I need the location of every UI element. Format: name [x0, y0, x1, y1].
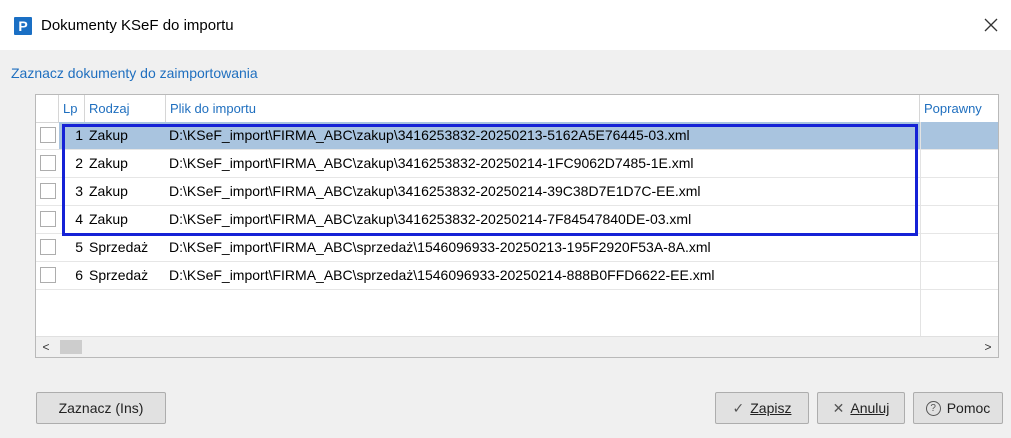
row-lp: 6 [75, 267, 83, 283]
row-rodzaj: Sprzedaż [89, 239, 149, 255]
close-button[interactable] [971, 8, 1011, 42]
title-bar: P Dokumenty KSeF do importu [0, 0, 1011, 50]
help-icon: ? [925, 400, 941, 416]
row-plik: D:\KSeF_import\FIRMA_ABC\sprzedaż\154609… [169, 267, 715, 283]
row-rodzaj: Zakup [89, 127, 128, 143]
row-lp: 5 [75, 239, 83, 255]
table-row[interactable]: 3 Zakup D:\KSeF_import\FIRMA_ABC\zakup\341… [36, 178, 998, 206]
documents-table[interactable]: Lp Rodzaj Plik do importu Poprawny 1 Zaku… [35, 94, 999, 358]
row-checkbox[interactable] [40, 267, 56, 283]
zaznacz-button-label: Zaznacz (Ins) [58, 400, 144, 416]
row-plik: D:\KSeF_import\FIRMA_ABC\zakup\341625383… [169, 211, 692, 227]
table-row[interactable]: 6 Sprzedaż D:\KSeF_import\FIRMA_ABC\sprzed… [36, 262, 998, 290]
column-divider [920, 122, 921, 337]
zapisz-button[interactable]: ✓ Zapisz [715, 392, 809, 424]
pomoc-label: Pomoc [946, 400, 991, 416]
header-plik[interactable]: Plik do importu [166, 95, 920, 122]
window-title: Dokumenty KSeF do importu [41, 17, 234, 34]
row-checkbox[interactable] [40, 239, 56, 255]
table-row[interactable]: 2 Zakup D:\KSeF_import\FIRMA_ABC\zakup\341… [36, 150, 998, 178]
zaznacz-button[interactable]: Zaznacz (Ins) [36, 392, 166, 424]
table-row[interactable]: 4 Zakup D:\KSeF_import\FIRMA_ABC\zakup\341… [36, 206, 998, 234]
row-lp: 4 [75, 211, 83, 227]
check-icon: ✓ [732, 399, 745, 416]
header-checkbox-column [36, 95, 59, 122]
row-checkbox[interactable] [40, 183, 56, 199]
pomoc-button[interactable]: ? Pomoc [913, 392, 1003, 424]
row-plik: D:\KSeF_import\FIRMA_ABC\zakup\341625383… [169, 127, 690, 143]
horizontal-scrollbar[interactable]: < > [36, 336, 998, 357]
row-lp: 2 [75, 155, 83, 171]
anuluj-accelerator: A [850, 400, 860, 416]
anuluj-button[interactable]: ✕ Anuluj [817, 392, 905, 424]
table-row[interactable]: 1 Zakup D:\KSeF_import\FIRMA_ABC\zakup\341… [36, 122, 998, 150]
close-icon [984, 18, 998, 32]
cancel-icon: ✕ [832, 399, 845, 416]
scroll-right-button[interactable]: > [978, 337, 998, 357]
instruction-label: Zaznacz dokumenty do zaimportowania [11, 65, 258, 81]
row-checkbox[interactable] [40, 127, 56, 143]
row-rodzaj: Zakup [89, 155, 128, 171]
row-rodzaj: Zakup [89, 183, 128, 199]
row-plik: D:\KSeF_import\FIRMA_ABC\zakup\341625383… [169, 155, 694, 171]
zapisz-accelerator: Z [750, 400, 759, 416]
scrollbar-thumb[interactable] [60, 340, 82, 354]
row-rodzaj: Zakup [89, 211, 128, 227]
scroll-left-button[interactable]: < [36, 337, 56, 357]
header-poprawny[interactable]: Poprawny [920, 95, 998, 122]
row-lp: 3 [75, 183, 83, 199]
header-rodzaj[interactable]: Rodzaj [85, 95, 166, 122]
table-row[interactable]: 5 Sprzedaż D:\KSeF_import\FIRMA_ABC\sprzed… [36, 234, 998, 262]
row-checkbox[interactable] [40, 155, 56, 171]
anuluj-label: nuluj [859, 400, 890, 416]
header-lp[interactable]: Lp [59, 95, 85, 122]
row-rodzaj: Sprzedaż [89, 267, 149, 283]
table-header: Lp Rodzaj Plik do importu Poprawny [36, 95, 998, 123]
zapisz-label: apisz [758, 400, 792, 416]
app-logo-icon: P [14, 17, 32, 35]
row-checkbox[interactable] [40, 211, 56, 227]
row-plik: D:\KSeF_import\FIRMA_ABC\zakup\341625383… [169, 183, 701, 199]
row-plik: D:\KSeF_import\FIRMA_ABC\sprzedaż\154609… [169, 239, 711, 255]
row-lp: 1 [75, 127, 83, 143]
